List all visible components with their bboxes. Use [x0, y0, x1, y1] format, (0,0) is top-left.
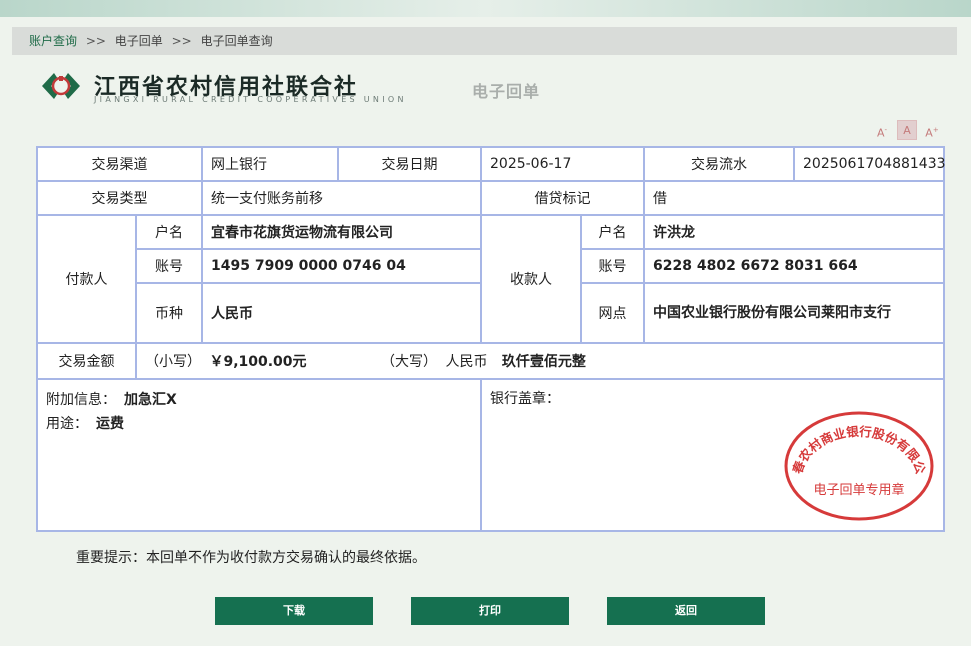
table-row: 交易渠道 网上银行 交易日期 2025-06-17 交易流水 202506170…: [36, 146, 946, 182]
debit-credit-label: 借贷标记: [480, 180, 645, 216]
payee-account-label: 账号: [580, 248, 645, 284]
payer-currency-value: 人民币: [201, 282, 482, 344]
amount-cell: （小写） ￥9,100.00元 （大写） 人民币 玖仟壹佰元整: [135, 342, 945, 380]
amount-small-value: ￥9,100.00元: [209, 354, 307, 370]
seal-center-text: 电子回单专用章: [813, 482, 904, 498]
table-row: 交易类型 统一支付账务前移 借贷标记 借: [36, 180, 945, 216]
svg-text:宜春农村商业银行股份有限公司: 宜春农村商业银行股份有限公司: [783, 410, 929, 477]
window-top-strip: [0, 0, 971, 17]
breadcrumb: 账户查询 >> 电子回单 >> 电子回单查询: [12, 27, 957, 55]
payer-currency-label: 币种: [135, 282, 203, 344]
payee-branch-label: 网点: [580, 282, 645, 344]
purpose-row: 用途： 运费: [46, 412, 472, 436]
amount-big-currency: 人民币: [445, 354, 488, 370]
purpose-label: 用途：: [46, 416, 88, 432]
date-value: 2025-06-17: [480, 146, 645, 182]
serial-value: 2025061704881433: [793, 146, 946, 182]
extra-info-label: 附加信息：: [46, 392, 116, 408]
breadcrumb-separator: >>: [171, 34, 192, 48]
receipt-table: 交易渠道 网上银行 交易日期 2025-06-17 交易流水 202506170…: [36, 146, 946, 532]
channel-label: 交易渠道: [36, 146, 203, 182]
payee-branch-value: 中国农业银行股份有限公司莱阳市支行: [643, 282, 945, 344]
bank-seal-stamp: 宜春农村商业银行股份有限公司 电子回单专用章: [783, 410, 934, 521]
bank-emblem-icon: [42, 73, 80, 99]
amount-label: 交易金额: [36, 342, 137, 380]
date-label: 交易日期: [337, 146, 482, 182]
amount-big-value: 玖仟壹佰元整: [501, 354, 586, 370]
serial-label: 交易流水: [643, 146, 795, 182]
amount-small-label: （小写）: [145, 354, 201, 370]
breadcrumb-item-e-receipt: 电子回单: [114, 34, 163, 48]
important-notice: 重要提示：本回单不作为收付款方交易确认的最终依据。: [76, 550, 426, 566]
print-button[interactable]: 打印: [411, 597, 569, 625]
extra-info-row: 附加信息： 加急汇X: [46, 388, 472, 412]
download-button[interactable]: 下载: [215, 597, 373, 625]
table-row: 交易金额 （小写） ￥9,100.00元 （大写） 人民币 玖仟壹佰元整: [36, 342, 945, 380]
notes-cell: 附加信息： 加急汇X 用途： 运费: [36, 378, 482, 532]
bank-logo: 江西省农村信用社联合社 JIANGXI RURAL CREDIT COOPERA…: [40, 67, 420, 107]
payer-account-label: 账号: [135, 248, 203, 284]
page-title: 电子回单: [472, 82, 541, 101]
payee-name-label: 户名: [580, 214, 645, 250]
breadcrumb-separator: >>: [85, 34, 106, 48]
seal-label: 银行盖章：: [490, 391, 560, 407]
breadcrumb-item-e-receipt-query: 电子回单查询: [200, 34, 273, 48]
payer-name-value: 宜春市花旗货运物流有限公司: [201, 214, 482, 250]
back-button[interactable]: 返回: [607, 597, 765, 625]
font-decrease-button[interactable]: A-: [872, 120, 892, 140]
payer-name-label: 户名: [135, 214, 203, 250]
purpose-value: 运费: [96, 416, 124, 432]
amount-big-label: （大写）: [381, 354, 437, 370]
channel-value: 网上银行: [201, 146, 339, 182]
payer-label: 付款人: [36, 214, 137, 344]
payee-account-value: 6228 4802 6672 8031 664: [643, 248, 945, 284]
table-row: 附加信息： 加急汇X 用途： 运费 银行盖章： 宜春农村商业银行股份有限公司 电子回…: [36, 378, 945, 532]
payee-name-value: 许洪龙: [643, 214, 945, 250]
font-normal-button[interactable]: A: [897, 120, 917, 140]
bank-name-en: JIANGXI RURAL CREDIT COOPERATIVES UNION: [94, 95, 407, 104]
type-value: 统一支付账务前移: [201, 180, 482, 216]
page-body: 账户查询 >> 电子回单 >> 电子回单查询 江西省农村信用社联合社 JIANG…: [0, 17, 971, 646]
seal-cell: 银行盖章： 宜春农村商业银行股份有限公司 电子回单专用章: [480, 378, 945, 532]
payer-account-value: 1495 7909 0000 0746 04: [201, 248, 482, 284]
payee-label: 收款人: [480, 214, 582, 344]
extra-info-value: 加急汇X: [124, 392, 177, 408]
table-row: 付款人 户名 宜春市花旗货运物流有限公司 收款人 户名 许洪龙: [36, 214, 945, 344]
debit-credit-value: 借: [643, 180, 945, 216]
type-label: 交易类型: [36, 180, 203, 216]
seal-arc-text: 宜春农村商业银行股份有限公司: [783, 410, 929, 477]
font-increase-button[interactable]: A+: [922, 120, 942, 140]
breadcrumb-item-account-query[interactable]: 账户查询: [29, 34, 77, 48]
